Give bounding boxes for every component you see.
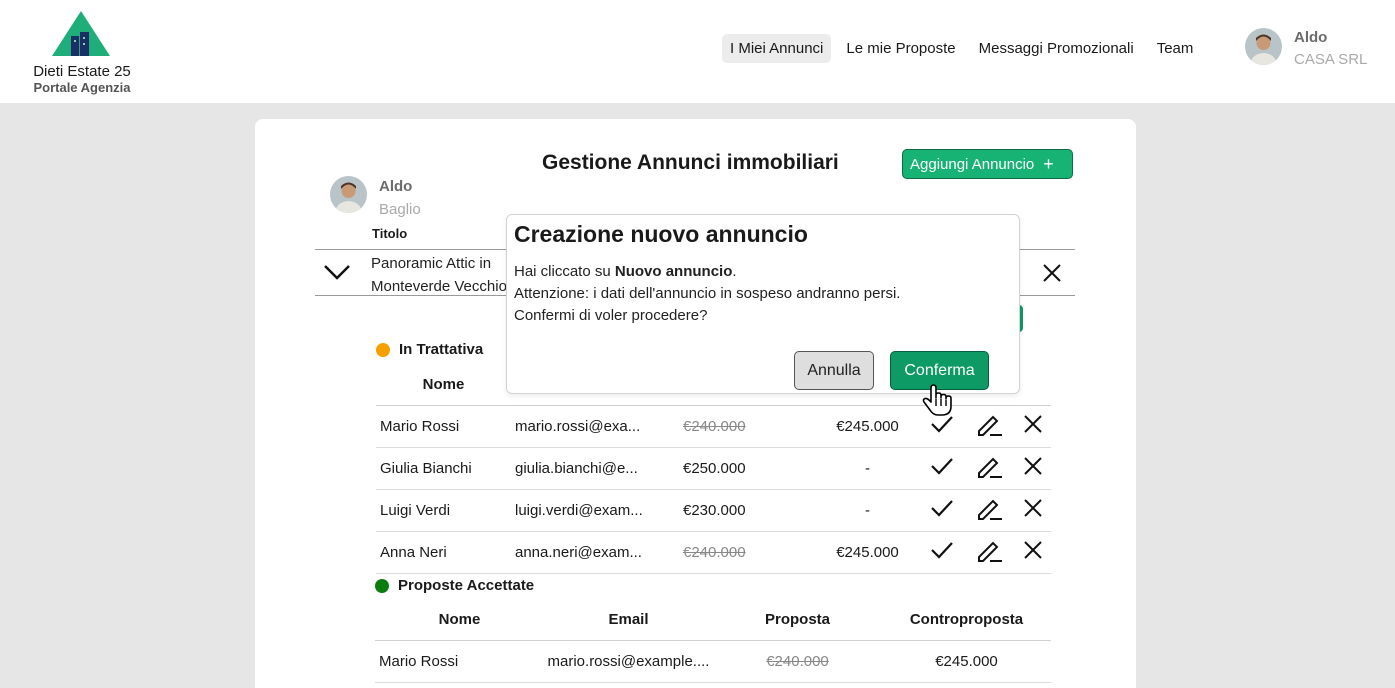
- column-header-proposta: Proposta: [713, 600, 882, 641]
- add-listing-button[interactable]: Aggiungi Annuncio +: [902, 149, 1073, 179]
- cell-nome: Anna Neri: [376, 531, 511, 574]
- close-icon[interactable]: [1042, 263, 1062, 288]
- cell-nome: Luigi Verdi: [376, 489, 511, 532]
- dialog-title: Creazione nuovo annuncio: [514, 221, 808, 247]
- cell-proposta: €250.000: [679, 447, 814, 490]
- avatar: [1245, 28, 1282, 65]
- agent-name: Aldo: [379, 178, 413, 195]
- table-header-row: Nome Email Proposta Controproposta: [375, 600, 1051, 641]
- nav-item-miei-annunci[interactable]: I Miei Annunci: [722, 33, 832, 63]
- cell-controproposta: €245.000: [814, 531, 917, 574]
- table-row: Luigi Verdi luigi.verdi@exam... €230.000…: [376, 489, 1051, 532]
- confirm-new-listing-dialog: Creazione nuovo annuncio Hai cliccato su…: [506, 214, 1020, 394]
- column-header-titolo: Titolo: [372, 226, 408, 241]
- cell-email: mario.rossi@exa...: [511, 405, 679, 448]
- brand-name: Dieti Estate 25: [33, 63, 131, 80]
- cell-email: mario.rossi@example....: [544, 640, 713, 683]
- cell-proposta: €230.000: [679, 489, 814, 532]
- cell-controproposta: -: [814, 447, 917, 490]
- cell-controproposta: -: [814, 489, 917, 532]
- accettate-table: Nome Email Proposta Controproposta Mario…: [375, 600, 1051, 683]
- dialog-line3: Confermi di voler procedere?: [514, 307, 708, 324]
- cell-controproposta: €245.000: [882, 640, 1051, 683]
- dialog-line2: Attenzione: i dati dell'annuncio in sosp…: [514, 285, 901, 302]
- section-in-trattativa: In Trattativa: [376, 341, 483, 358]
- section-label: In Trattativa: [399, 341, 484, 358]
- cancel-button[interactable]: Annulla: [794, 351, 874, 390]
- nav-item-messaggi-promozionali[interactable]: Messaggi Promozionali: [971, 34, 1142, 63]
- status-dot-green: [375, 578, 389, 593]
- section-proposte-accettate: Proposte Accettate: [375, 577, 534, 594]
- hand-pointer-icon: [922, 384, 952, 416]
- chevron-down-icon[interactable]: [323, 262, 351, 287]
- table-row: Anna Neri anna.neri@exam... €240.000 €24…: [376, 531, 1051, 574]
- cell-nome: Mario Rossi: [376, 405, 511, 448]
- edit-icon[interactable]: [975, 495, 1003, 525]
- top-bar: Dieti Estate 25 Portale Agenzia I Miei A…: [0, 0, 1395, 103]
- cell-proposta: €240.000: [679, 405, 814, 448]
- section-label: Proposte Accettate: [398, 577, 535, 594]
- close-icon[interactable]: [1023, 456, 1043, 480]
- dialog-line1-prefix: Hai cliccato su: [514, 263, 615, 280]
- cell-email: luigi.verdi@exam...: [511, 489, 679, 532]
- cell-nome: Giulia Bianchi: [376, 447, 511, 490]
- check-icon[interactable]: [930, 498, 954, 522]
- cell-nome: Mario Rossi: [375, 640, 544, 683]
- cell-email: giulia.bianchi@e...: [511, 447, 679, 490]
- dialog-message: Hai cliccato su Nuovo annuncio. Attenzio…: [514, 261, 900, 327]
- listings-card: Gestione Annunci immobiliari Aggiungi An…: [255, 119, 1136, 688]
- page-title: Gestione Annunci immobiliari: [542, 151, 839, 174]
- agent-avatar: [330, 176, 367, 213]
- edit-icon[interactable]: [975, 453, 1003, 483]
- main-nav: I Miei Annunci Le mie Proposte Messaggi …: [722, 33, 1202, 63]
- listing-title: Panoramic Attic in Monteverde Vecchio: [371, 255, 507, 295]
- check-icon[interactable]: [930, 540, 954, 564]
- nav-item-team[interactable]: Team: [1149, 34, 1195, 63]
- user-company: CASA SRL: [1294, 51, 1368, 68]
- column-header-email: Email: [544, 600, 713, 641]
- cell-proposta: €240.000: [679, 531, 814, 574]
- edit-icon[interactable]: [975, 411, 1003, 441]
- column-header-controproposta: Controproposta: [882, 600, 1051, 641]
- check-icon[interactable]: [930, 456, 954, 480]
- status-dot-orange: [376, 342, 390, 357]
- cell-controproposta: €245.000: [814, 405, 917, 448]
- nav-item-mie-proposte[interactable]: Le mie Proposte: [838, 34, 963, 63]
- close-icon[interactable]: [1023, 414, 1043, 438]
- column-header-nome: Nome: [375, 600, 544, 641]
- close-icon[interactable]: [1023, 540, 1043, 564]
- dialog-line1-bold: Nuovo annuncio: [614, 263, 733, 280]
- brand-subtitle: Portale Agenzia: [33, 80, 131, 95]
- plus-icon: +: [1043, 154, 1054, 174]
- agent-surname: Baglio: [379, 201, 421, 218]
- house-logo-icon: [52, 11, 110, 56]
- edit-icon[interactable]: [975, 537, 1003, 567]
- column-header-nome: Nome: [376, 365, 511, 406]
- dialog-line1-suffix: .: [732, 263, 737, 280]
- add-listing-label: Aggiungi Annuncio: [910, 155, 1035, 173]
- user-name: Aldo: [1294, 29, 1328, 46]
- table-row: Giulia Bianchi giulia.bianchi@e... €250.…: [376, 447, 1051, 490]
- brand-logo[interactable]: Dieti Estate 25 Portale Agenzia: [30, 10, 134, 95]
- cell-proposta: €240.000: [713, 640, 882, 683]
- close-icon[interactable]: [1023, 498, 1043, 522]
- table-row: Mario Rossi mario.rossi@example.... €240…: [375, 640, 1051, 683]
- cell-email: anna.neri@exam...: [511, 531, 679, 574]
